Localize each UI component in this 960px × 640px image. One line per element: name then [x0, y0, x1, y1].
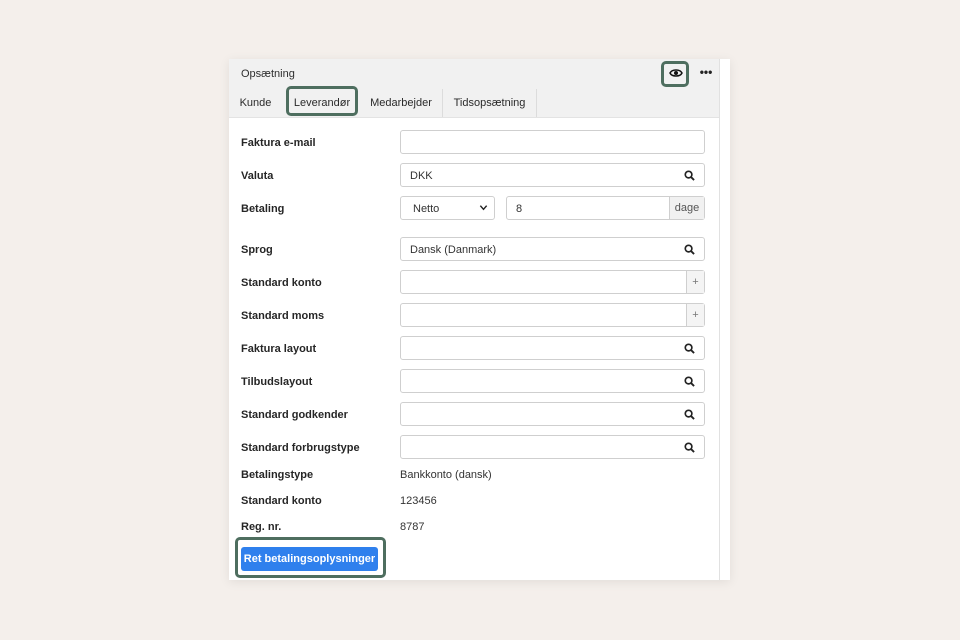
days-unit-addon: dage — [669, 197, 704, 219]
search-icon[interactable] — [684, 376, 695, 387]
faktura-layout-input[interactable] — [400, 336, 705, 360]
standard-moms-label: Standard moms — [241, 310, 325, 322]
panel-title: Opsætning — [241, 68, 295, 80]
faktura-email-label: Faktura e-mail — [241, 137, 316, 149]
tab-tidsopsaetning[interactable]: Tidsopsætning — [443, 89, 537, 117]
faktura-layout-label: Faktura layout — [241, 343, 317, 355]
tab-leverandor[interactable]: Leverandør — [287, 89, 357, 117]
standard-forbrugstype-input[interactable] — [400, 435, 705, 459]
tilbudslayout-label: Tilbudslayout — [241, 376, 313, 388]
betalingstype-label: Betalingstype — [241, 469, 314, 481]
search-icon[interactable] — [684, 343, 695, 354]
more-horizontal-icon[interactable]: ••• — [699, 65, 713, 79]
betaling-select-value: Netto — [413, 203, 440, 215]
betalingstype-value: Bankkonto (dansk) — [400, 469, 492, 481]
payment-standard-konto-label: Standard konto — [241, 495, 322, 507]
search-icon[interactable] — [684, 244, 695, 255]
betaling-select[interactable]: Netto — [400, 196, 495, 220]
search-icon[interactable] — [684, 409, 695, 420]
tab-kunde[interactable]: Kunde — [229, 89, 282, 117]
betaling-days-value: 8 — [516, 203, 523, 215]
valuta-value: DKK — [410, 170, 433, 182]
reg-nr-value: 8787 — [400, 521, 425, 533]
sprog-label: Sprog — [241, 244, 273, 256]
standard-konto-input[interactable]: + — [400, 270, 705, 294]
valuta-input[interactable]: DKK — [400, 163, 705, 187]
tab-bar: Kunde Leverandør Medarbejder Tidsopsætni… — [229, 89, 719, 118]
panel-header: Opsætning — [229, 59, 719, 89]
tab-medarbejder[interactable]: Medarbejder — [360, 89, 443, 117]
add-konto-button[interactable]: + — [686, 271, 704, 293]
faktura-email-input[interactable] — [400, 130, 705, 154]
search-icon[interactable] — [684, 170, 695, 181]
chevron-down-icon — [479, 205, 488, 211]
sprog-value: Dansk (Danmark) — [410, 244, 497, 256]
panel-content: Opsætning Kunde Leverandør Medarbejder T… — [229, 59, 720, 580]
standard-forbrugstype-label: Standard forbrugstype — [241, 442, 360, 454]
edit-payment-info-button[interactable]: Ret betalingsoplysninger — [241, 547, 378, 571]
standard-godkender-label: Standard godkender — [241, 409, 348, 421]
betaling-label: Betaling — [241, 203, 285, 215]
search-icon[interactable] — [684, 442, 695, 453]
standard-moms-input[interactable]: + — [400, 303, 705, 327]
payment-standard-konto-value: 123456 — [400, 495, 437, 507]
standard-konto-label: Standard konto — [241, 277, 322, 289]
settings-panel: Opsætning Kunde Leverandør Medarbejder T… — [229, 59, 730, 580]
betaling-days-input[interactable]: 8 dage — [506, 196, 705, 220]
tilbudslayout-input[interactable] — [400, 369, 705, 393]
reg-nr-label: Reg. nr. — [241, 521, 282, 533]
valuta-label: Valuta — [241, 170, 274, 182]
standard-godkender-input[interactable] — [400, 402, 705, 426]
eye-icon[interactable] — [669, 68, 683, 78]
add-moms-button[interactable]: + — [686, 304, 704, 326]
sprog-input[interactable]: Dansk (Danmark) — [400, 237, 705, 261]
